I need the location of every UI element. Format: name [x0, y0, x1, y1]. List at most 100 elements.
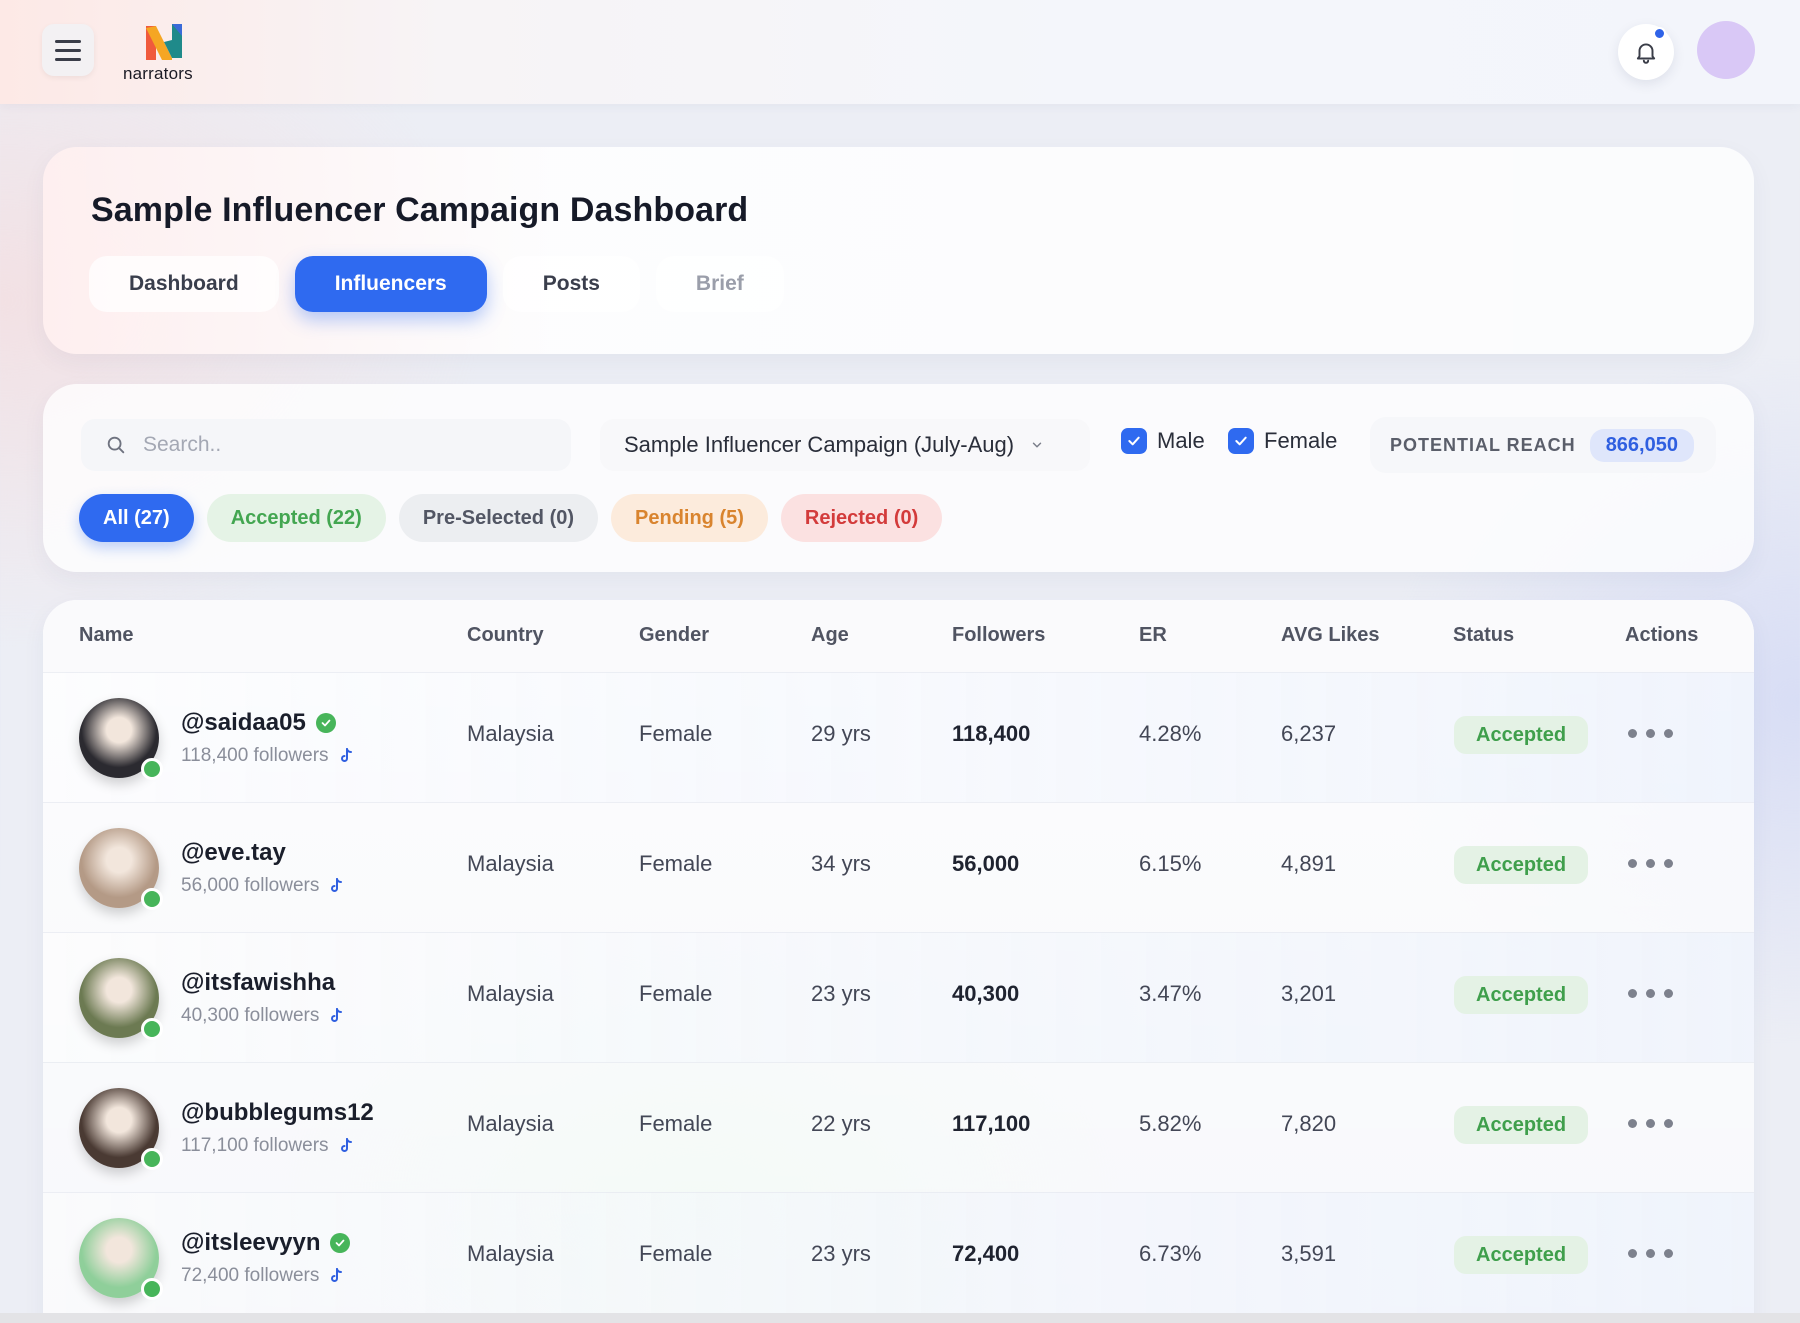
col-age[interactable]: Age [811, 624, 849, 647]
campaign-select[interactable]: Sample Influencer Campaign (July-Aug) [600, 419, 1090, 471]
tab-posts[interactable]: Posts [502, 256, 640, 312]
table-row[interactable]: @eve.tay 56,000 followers Malaysia Female 34… [43, 802, 1754, 932]
gender-cell: Female [639, 851, 713, 876]
avg-likes-cell: 7,820 [1281, 1111, 1337, 1136]
status-filter-pills: All (27) Accepted (22) Pre-Selected (0) … [79, 494, 943, 542]
filter-card: Sample Influencer Campaign (July-Aug) Ma… [43, 384, 1754, 572]
col-name[interactable]: Name [79, 624, 133, 647]
menu-line [55, 57, 81, 61]
country-cell: Malaysia [467, 1241, 554, 1266]
er-cell: 5.82% [1139, 1111, 1202, 1136]
country-cell: Malaysia [467, 1111, 554, 1136]
follower-count-text: 118,400 followers [181, 745, 329, 766]
pill-pending[interactable]: Pending (5) [611, 494, 768, 542]
influencer-handle[interactable]: @itsleevyyn [181, 1229, 351, 1257]
potential-reach-label: POTENTIAL REACH [1390, 434, 1576, 455]
age-cell: 29 yrs [811, 721, 871, 746]
er-cell: 6.15% [1139, 851, 1202, 876]
more-actions-icon[interactable] [1628, 989, 1673, 998]
status-badge: Accepted [1454, 716, 1589, 754]
table-row[interactable]: @saidaa05 118,400 followers Malaysia Female… [43, 672, 1754, 802]
followers-cell: 40,300 [952, 981, 1020, 1006]
notifications-button[interactable] [1618, 24, 1674, 80]
tab-brief[interactable]: Brief [655, 256, 784, 312]
influencer-avatar[interactable] [79, 958, 163, 1040]
col-avg-likes[interactable]: AVG Likes [1281, 624, 1380, 647]
influencer-avatar[interactable] [79, 698, 163, 780]
more-actions-icon[interactable] [1628, 729, 1673, 738]
country-cell: Malaysia [467, 721, 554, 746]
handle-text: @itsfawishha [181, 969, 336, 996]
more-actions-icon[interactable] [1628, 1119, 1673, 1128]
tiktok-icon [331, 1268, 343, 1282]
tab-influencers[interactable]: Influencers [294, 256, 487, 312]
male-checkbox[interactable]: Male [1121, 428, 1205, 454]
verified-check-icon [315, 713, 336, 733]
notification-dot [1653, 27, 1666, 40]
handle-text: @saidaa05 [181, 709, 306, 736]
narrators-logo-icon [146, 24, 182, 60]
search-icon [107, 436, 125, 454]
table-row[interactable]: @itsfawishha 40,300 followers Malaysia Fema… [43, 932, 1754, 1062]
menu-line [55, 39, 81, 43]
online-status-dot [141, 758, 163, 780]
influencer-handle[interactable]: @saidaa05 [181, 709, 336, 737]
pill-pre-selected[interactable]: Pre-Selected (0) [398, 494, 599, 542]
page-title: Sample Influencer Campaign Dashboard [91, 191, 749, 229]
col-gender[interactable]: Gender [639, 624, 709, 647]
follower-count-subtext: 40,300 followers [181, 1005, 343, 1027]
table-row[interactable]: @itsleevyyn 72,400 followers Malaysia Femal… [43, 1192, 1754, 1322]
verified-check-icon [330, 1233, 351, 1253]
online-status-dot [141, 1278, 163, 1300]
tiktok-icon [340, 1138, 352, 1152]
pill-rejected[interactable]: Rejected (0) [780, 494, 943, 542]
age-cell: 34 yrs [811, 851, 871, 876]
avg-likes-cell: 6,237 [1281, 721, 1337, 746]
influencer-avatar[interactable] [79, 1088, 163, 1170]
male-checkbox-label: Male [1157, 428, 1205, 453]
more-actions-icon[interactable] [1628, 1249, 1673, 1258]
bell-icon [1636, 43, 1656, 64]
table-row[interactable]: @bubblegums12 117,100 followers Malaysia Fe… [43, 1062, 1754, 1192]
tab-bar: Dashboard Influencers Posts Brief [89, 256, 784, 312]
follower-count-subtext: 56,000 followers [181, 875, 343, 897]
tab-dashboard[interactable]: Dashboard [89, 256, 279, 312]
col-status[interactable]: Status [1453, 624, 1514, 647]
age-cell: 22 yrs [811, 1111, 871, 1136]
col-country[interactable]: Country [467, 624, 544, 647]
influencer-handle[interactable]: @bubblegums12 [181, 1099, 374, 1127]
pill-accepted[interactable]: Accepted (22) [206, 494, 386, 542]
status-badge: Accepted [1454, 1106, 1589, 1144]
follower-count-subtext: 118,400 followers [181, 745, 353, 767]
followers-cell: 72,400 [952, 1241, 1020, 1266]
search-input[interactable] [143, 433, 543, 457]
er-cell: 3.47% [1139, 981, 1202, 1006]
influencer-handle[interactable]: @eve.tay [181, 839, 286, 867]
avg-likes-cell: 3,201 [1281, 981, 1337, 1006]
avg-likes-cell: 4,891 [1281, 851, 1337, 876]
follower-count-text: 117,100 followers [181, 1135, 329, 1156]
col-er[interactable]: ER [1139, 624, 1167, 647]
influencer-avatar[interactable] [79, 828, 163, 910]
checkbox-checked-icon [1228, 428, 1254, 454]
avg-likes-cell: 3,591 [1281, 1241, 1337, 1266]
brand-logo[interactable]: narrators [120, 20, 220, 84]
influencer-avatar[interactable] [79, 1218, 163, 1300]
status-badge: Accepted [1454, 1236, 1589, 1274]
table-header: Name Country Gender Age Followers ER AVG… [43, 600, 1754, 672]
followers-cell: 117,100 [952, 1111, 1031, 1136]
tiktok-icon [331, 878, 343, 892]
col-followers[interactable]: Followers [952, 624, 1045, 647]
female-checkbox[interactable]: Female [1228, 428, 1337, 454]
user-avatar[interactable] [1697, 21, 1755, 79]
handle-text: @itsleevyyn [181, 1229, 321, 1256]
followers-cell: 118,400 [952, 721, 1031, 746]
influencer-handle[interactable]: @itsfawishha [181, 969, 335, 997]
online-status-dot [141, 888, 163, 910]
status-badge: Accepted [1454, 976, 1589, 1014]
more-actions-icon[interactable] [1628, 859, 1673, 868]
pill-all[interactable]: All (27) [79, 494, 194, 542]
hamburger-menu-button[interactable] [42, 24, 94, 76]
tiktok-icon [331, 1008, 343, 1022]
potential-reach-value: 866,050 [1589, 428, 1694, 462]
